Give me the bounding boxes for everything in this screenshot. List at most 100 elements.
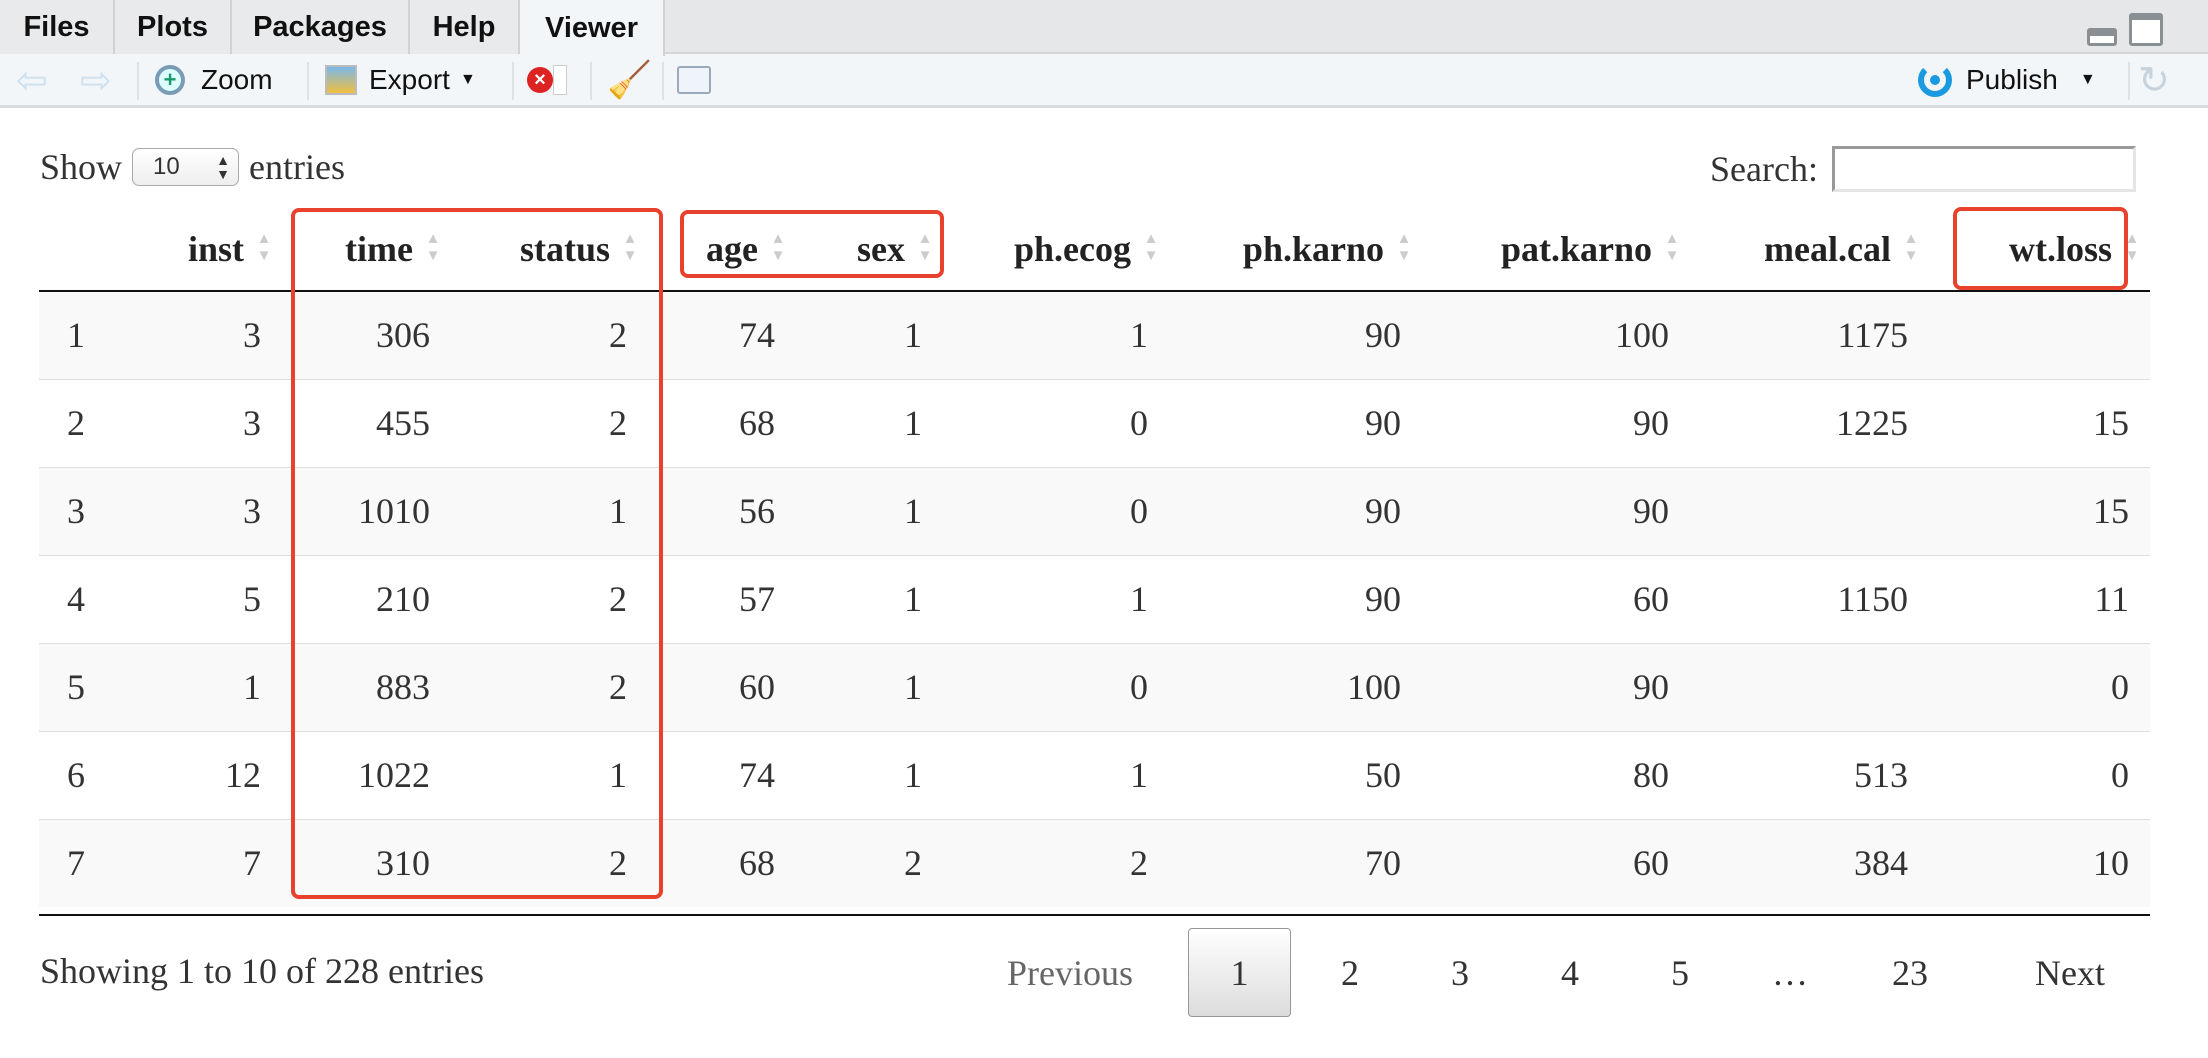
sort-icon[interactable]: ▲ ▼ — [1396, 231, 1412, 265]
zoom-label: Zoom — [201, 64, 273, 95]
export-label: Export — [369, 64, 450, 95]
entries-label: entries — [249, 147, 345, 187]
highlight-age-sex — [680, 210, 944, 278]
cell-wt-loss: 15 — [1929, 466, 2150, 555]
tab-viewer[interactable]: Viewer — [520, 0, 665, 56]
cell-age: 56 — [648, 466, 796, 555]
sort-icon[interactable]: ▲ ▼ — [1903, 231, 1919, 265]
cell-pat-karno: 60 — [1422, 818, 1690, 907]
pane-tab-bar: Files Plots Packages Help Viewer — [0, 0, 2208, 56]
cell-ph-ecog: 0 — [943, 642, 1169, 731]
column-header-index — [39, 207, 141, 292]
cell-ph-ecog: 0 — [943, 378, 1169, 467]
column-header-pat-karno[interactable]: pat.karno ▲ ▼ — [1422, 207, 1690, 292]
back-arrow-icon[interactable]: ⇦ — [16, 54, 48, 106]
cell-meal-cal: 384 — [1690, 818, 1929, 907]
cell-inst: 1 — [141, 642, 282, 731]
tab-packages[interactable]: Packages — [232, 0, 410, 54]
cell-pat-karno: 90 — [1422, 466, 1690, 555]
cell-index: 7 — [39, 818, 141, 907]
tab-files[interactable]: Files — [0, 0, 115, 54]
table-info: Showing 1 to 10 of 228 entries — [40, 951, 484, 991]
column-header-label: inst — [187, 228, 244, 269]
cell-ph-karno: 90 — [1169, 554, 1422, 643]
cell-sex: 1 — [796, 642, 943, 731]
cell-ph-karno: 90 — [1169, 466, 1422, 555]
cell-meal-cal: 1150 — [1690, 554, 1929, 643]
column-header-inst[interactable]: inst ▲ ▼ — [141, 207, 282, 292]
column-header-ph-karno[interactable]: ph.karno ▲ ▼ — [1169, 207, 1422, 292]
table-bottom-border — [39, 914, 2150, 916]
cell-wt-loss: 11 — [1929, 554, 2150, 643]
cell-ph-ecog: 0 — [943, 466, 1169, 555]
cell-sex: 1 — [796, 378, 943, 467]
cell-pat-karno: 60 — [1422, 554, 1690, 643]
refresh-icon[interactable]: ↻ — [2138, 54, 2170, 106]
cell-ph-ecog: 1 — [943, 554, 1169, 643]
pagination-page-3[interactable]: 3 — [1420, 928, 1500, 1017]
cell-wt-loss: 0 — [1929, 642, 2150, 731]
cell-age: 68 — [648, 378, 796, 467]
show-label: Show — [40, 147, 123, 187]
cell-index: 4 — [39, 554, 141, 643]
cell-index: 1 — [39, 290, 141, 379]
cell-pat-karno: 90 — [1422, 642, 1690, 731]
remove-viewer-button[interactable]: × — [527, 54, 567, 106]
cell-index: 2 — [39, 378, 141, 467]
popout-window-icon[interactable] — [677, 54, 711, 106]
sort-icon[interactable]: ▲ ▼ — [1664, 231, 1680, 265]
search-input[interactable] — [1831, 146, 2136, 192]
cell-age: 74 — [648, 290, 796, 379]
viewer-toolbar: ⇦ ⇨ + Zoom Export ▼ × 🧹 Publish ▼ ↻ — [0, 54, 2208, 108]
pagination-previous[interactable]: Previous — [990, 928, 1150, 1017]
caret-down-icon: ▼ — [459, 71, 476, 88]
cell-wt-loss — [1929, 290, 2150, 379]
publish-label: Publish — [1966, 64, 2058, 95]
sort-icon[interactable]: ▲ ▼ — [1143, 231, 1159, 265]
cell-age: 74 — [648, 730, 796, 819]
clear-all-broom-icon[interactable]: 🧹 — [607, 54, 652, 106]
pagination-next[interactable]: Next — [2010, 928, 2130, 1017]
cell-ph-karno: 50 — [1169, 730, 1422, 819]
cell-meal-cal: 513 — [1690, 730, 1929, 819]
minimize-pane-icon[interactable] — [2087, 28, 2117, 46]
select-arrows-icon: ▲ ▼ — [216, 152, 231, 182]
column-header-label: ph.karno — [1242, 228, 1384, 269]
cell-age: 57 — [648, 554, 796, 643]
export-button[interactable]: Export ▼ — [325, 54, 476, 106]
cell-sex: 1 — [796, 466, 943, 555]
pagination-page-1[interactable]: 1 — [1188, 928, 1291, 1017]
column-header-label: ph.ecog — [1014, 228, 1131, 269]
cell-pat-karno: 90 — [1422, 378, 1690, 467]
pagination-page-5[interactable]: 5 — [1640, 928, 1720, 1017]
search-label: Search: — [1710, 149, 1818, 189]
pagination-page-4[interactable]: 4 — [1530, 928, 1610, 1017]
cell-index: 5 — [39, 642, 141, 731]
caret-down-icon: ▼ — [2079, 71, 2096, 88]
sort-icon[interactable]: ▲ ▼ — [256, 231, 272, 265]
cell-meal-cal — [1690, 642, 1929, 731]
zoom-button[interactable]: + Zoom — [155, 54, 273, 106]
cell-ph-ecog: 1 — [943, 730, 1169, 819]
search-control: Search: — [1710, 146, 2136, 192]
tab-plots[interactable]: Plots — [115, 0, 232, 54]
pagination-page-2[interactable]: 2 — [1310, 928, 1390, 1017]
cell-inst: 3 — [141, 290, 282, 379]
highlight-time-status — [291, 208, 663, 899]
column-header-meal-cal[interactable]: meal.cal ▲ ▼ — [1690, 207, 1929, 292]
maximize-pane-icon[interactable] — [2129, 13, 2163, 46]
column-header-label: pat.karno — [1500, 228, 1652, 269]
remove-x-icon: × — [527, 67, 553, 93]
cell-inst: 3 — [141, 466, 282, 555]
forward-arrow-icon[interactable]: ⇨ — [80, 54, 112, 106]
cell-wt-loss: 10 — [1929, 818, 2150, 907]
cell-ph-karno: 90 — [1169, 290, 1422, 379]
page-length-select[interactable]: 10 ▲ ▼ — [132, 148, 240, 186]
cell-age: 68 — [648, 818, 796, 907]
column-header-ph-ecog[interactable]: ph.ecog ▲ ▼ — [943, 207, 1169, 292]
highlight-wt-loss — [1953, 207, 2128, 290]
pagination-page-23[interactable]: 23 — [1860, 928, 1960, 1017]
publish-button[interactable]: Publish ▼ — [1918, 54, 2096, 106]
tab-help[interactable]: Help — [410, 0, 520, 54]
cell-ph-ecog: 1 — [943, 290, 1169, 379]
